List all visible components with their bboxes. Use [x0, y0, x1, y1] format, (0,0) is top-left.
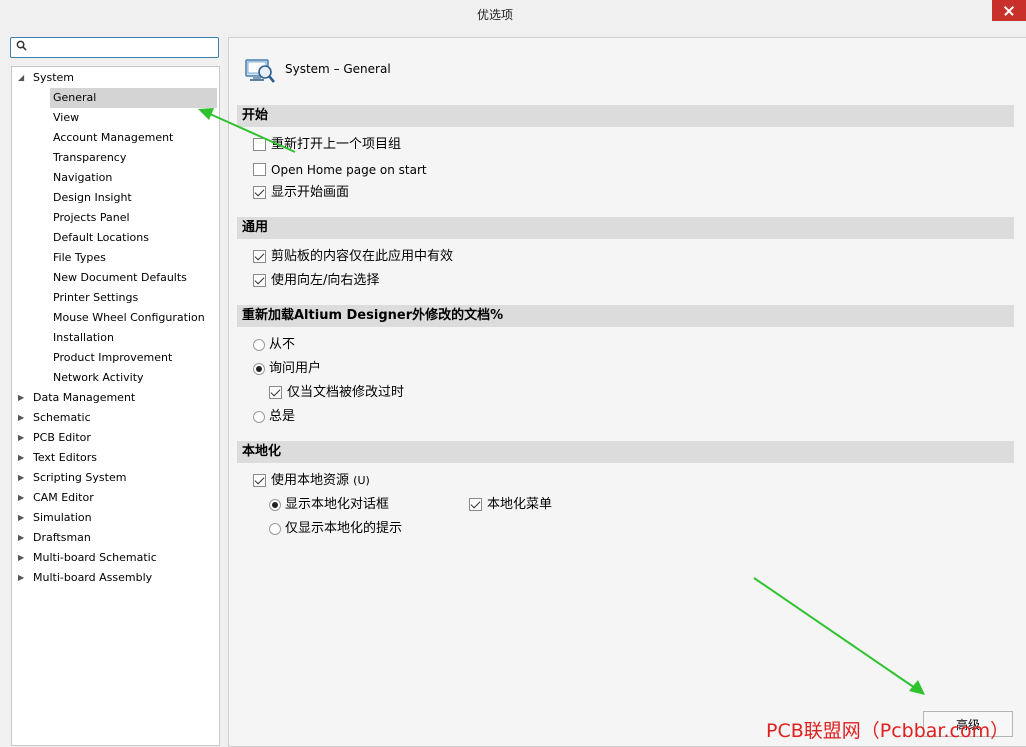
section-start-header: 开始 [237, 105, 1014, 127]
title-bar: 优选项 [0, 0, 1026, 28]
checkbox-box-checked[interactable] [253, 250, 266, 263]
checkbox-box-checked[interactable] [253, 474, 266, 487]
collapsed-arrow-icon[interactable]: ▶ [18, 428, 28, 448]
tree-item-design-insight[interactable]: Design Insight [50, 188, 132, 208]
window-title: 优选项 [476, 8, 513, 22]
collapsed-arrow-icon[interactable]: ▶ [18, 388, 28, 408]
collapsed-arrow-icon[interactable]: ▶ [18, 548, 28, 568]
checkbox-box-checked[interactable] [469, 498, 482, 511]
options-tree: ◢ System General View Account Management… [11, 66, 220, 746]
page-title: System – General [285, 62, 391, 76]
use-local-resources-label: 使用本地资源 [271, 473, 350, 488]
tree-item-network-activity[interactable]: Network Activity [50, 368, 144, 388]
tree-node-draftsman[interactable]: ▶ Draftsman [12, 528, 212, 548]
collapsed-arrow-icon[interactable]: ▶ [18, 448, 28, 468]
radio-button-selected[interactable] [253, 363, 265, 375]
tree-node-data-management[interactable]: ▶ Data Management [12, 388, 212, 408]
checkbox-box[interactable] [253, 138, 266, 151]
tree-item-file-types[interactable]: File Types [50, 248, 106, 268]
radio-button[interactable] [269, 523, 281, 535]
collapsed-arrow-icon[interactable]: ▶ [18, 528, 28, 548]
expanded-arrow-icon[interactable]: ◢ [18, 68, 28, 88]
checkbox-box[interactable] [253, 163, 266, 176]
radio-button[interactable] [253, 339, 265, 351]
tree-item-printer-settings[interactable]: Printer Settings [50, 288, 138, 308]
tree-item-general[interactable]: General [50, 88, 217, 108]
tree-item-navigation[interactable]: Navigation [50, 168, 112, 188]
collapsed-arrow-icon[interactable]: ▶ [18, 468, 28, 488]
tree-node-schematic[interactable]: ▶ Schematic [12, 408, 212, 428]
radio-button[interactable] [253, 411, 265, 423]
collapsed-arrow-icon[interactable]: ▶ [18, 568, 28, 588]
tree-node-multi-board-schematic[interactable]: ▶ Multi-board Schematic [12, 548, 212, 568]
tree-node-pcb-editor[interactable]: ▶ PCB Editor [12, 428, 212, 448]
section-general-header: 通用 [237, 217, 1014, 239]
checkbox-box-checked[interactable] [269, 386, 282, 399]
tree-item-default-locations[interactable]: Default Locations [50, 228, 149, 248]
tree-item-account-management[interactable]: Account Management [50, 128, 173, 148]
tree-item-new-document-defaults[interactable]: New Document Defaults [50, 268, 187, 288]
tree-item-installation[interactable]: Installation [50, 328, 114, 348]
tree-node-simulation[interactable]: ▶ Simulation [12, 508, 212, 528]
system-settings-icon [245, 59, 275, 83]
collapsed-arrow-icon[interactable]: ▶ [18, 488, 28, 508]
tree-item-projects-panel[interactable]: Projects Panel [50, 208, 130, 228]
watermark: PCB联盟网（Pcbbar.com） [766, 720, 1010, 742]
accelerator-key: (U) [353, 474, 370, 487]
search-input[interactable] [10, 37, 219, 58]
tree-item-product-improvement[interactable]: Product Improvement [50, 348, 172, 368]
tree-node-system[interactable]: ◢ System [12, 68, 212, 88]
collapsed-arrow-icon[interactable]: ▶ [18, 408, 28, 428]
tree-node-text-editors[interactable]: ▶ Text Editors [12, 448, 212, 468]
tree-item-view[interactable]: View [50, 108, 79, 128]
section-localization-header: 本地化 [237, 441, 1014, 463]
radio-button-selected[interactable] [269, 499, 281, 511]
tree-node-scripting-system[interactable]: ▶ Scripting System [12, 468, 212, 488]
checkbox-box-checked[interactable] [253, 186, 266, 199]
tree-item-mouse-wheel-configuration[interactable]: Mouse Wheel Configuration [50, 308, 205, 328]
section-reload-header: 重新加载Altium Designer外修改的文档% [237, 305, 1014, 327]
search-icon [16, 40, 27, 51]
checkbox-box-checked[interactable] [253, 274, 266, 287]
tree-item-transparency[interactable]: Transparency [50, 148, 126, 168]
tree-node-cam-editor[interactable]: ▶ CAM Editor [12, 488, 212, 508]
collapsed-arrow-icon[interactable]: ▶ [18, 508, 28, 528]
tree-node-multi-board-assembly[interactable]: ▶ Multi-board Assembly [12, 568, 212, 588]
close-button[interactable] [992, 0, 1026, 21]
